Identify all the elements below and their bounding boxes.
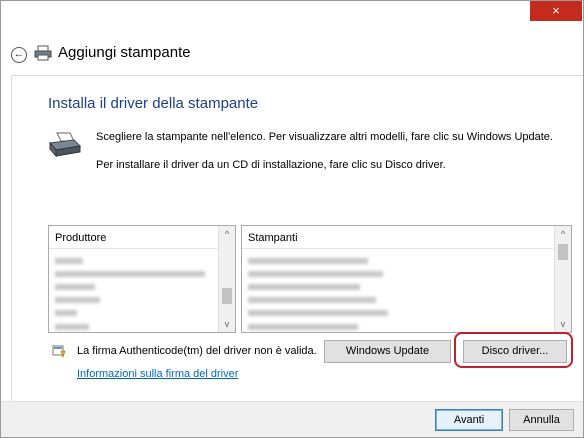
list-item[interactable] — [55, 324, 89, 330]
highlight-annotation — [454, 332, 573, 368]
list-item[interactable] — [55, 310, 77, 316]
list-item[interactable] — [248, 310, 388, 316]
scroll-down-icon[interactable]: v — [555, 316, 571, 332]
back-arrow-icon[interactable]: ← — [11, 47, 27, 63]
printers-column-header: Stampanti — [242, 226, 557, 249]
printer-icon — [49, 132, 82, 158]
list-item[interactable] — [248, 284, 360, 290]
manufacturer-list[interactable]: Produttore ^ v — [48, 225, 236, 333]
scrollbar-thumb[interactable] — [222, 288, 232, 304]
printers-list[interactable]: Stampanti ^ v — [241, 225, 572, 333]
list-item[interactable] — [248, 324, 358, 330]
list-item[interactable] — [248, 297, 376, 303]
list-item[interactable] — [248, 271, 383, 277]
printer-icon — [34, 45, 52, 61]
windows-update-button[interactable]: Windows Update — [324, 340, 451, 363]
list-item[interactable] — [55, 297, 100, 303]
scroll-up-icon[interactable]: ^ — [219, 226, 235, 242]
manufacturer-column-header: Produttore — [49, 226, 221, 249]
window-title: Aggiungi stampante — [58, 44, 191, 61]
add-printer-window: × ← Aggiungi stampante Installa il drive… — [0, 0, 584, 438]
scroll-down-icon[interactable]: v — [219, 316, 235, 332]
next-button[interactable]: Avanti — [435, 409, 503, 431]
signature-info-link[interactable]: Informazioni sulla firma del driver — [77, 368, 238, 380]
scrollbar-thumb[interactable] — [558, 244, 568, 260]
list-item[interactable] — [55, 271, 205, 277]
description-line-2: Per installare il driver da un CD di ins… — [96, 159, 446, 171]
page-heading: Installa il driver della stampante — [48, 95, 259, 112]
manufacturer-scrollbar[interactable]: ^ v — [218, 226, 235, 332]
list-item[interactable] — [55, 258, 83, 264]
scroll-up-icon[interactable]: ^ — [555, 226, 571, 242]
warning-shield-icon — [52, 345, 66, 358]
description-line-1: Scegliere la stampante nell'elenco. Per … — [96, 131, 553, 143]
cancel-button[interactable]: Annulla — [509, 409, 574, 431]
list-item[interactable] — [55, 284, 95, 290]
list-item[interactable] — [248, 258, 368, 264]
printers-scrollbar[interactable]: ^ v — [554, 226, 571, 332]
close-icon: × — [552, 3, 560, 18]
signature-warning-text: La firma Authenticode(tm) del driver non… — [77, 345, 317, 357]
close-button[interactable]: × — [530, 1, 582, 21]
